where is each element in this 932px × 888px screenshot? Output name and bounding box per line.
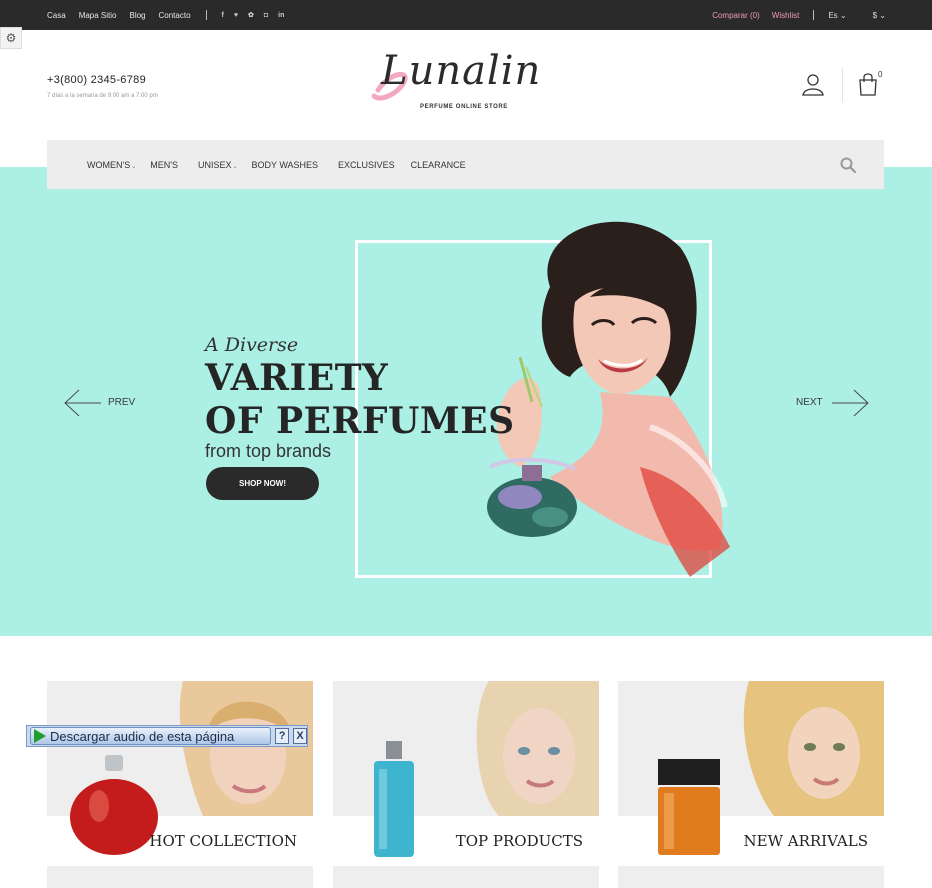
nav-item-body-washes[interactable]: BODY WASHES [252,160,319,170]
download-audio-button[interactable]: Descargar audio de esta página [30,727,272,745]
prev-slide-button[interactable]: PREV [108,397,135,408]
close-button[interactable]: X [293,728,307,744]
hero-tagline: from top brands [205,441,332,461]
nav-items: WOMEN'S⌄ MEN'S UNISEX⌄ BODY WASHES EXCLU… [87,140,466,189]
top-link-home[interactable]: Casa [47,11,66,20]
phone-number: +3(800) 2345-6789 [47,74,146,86]
nav-item-label: UNISEX [197,159,232,170]
instagram-icon[interactable]: ◘ [264,12,268,19]
collection-card-new[interactable]: NEW ARRIVALS [618,681,884,868]
collection-card-top[interactable]: TOP PRODUCTS [333,681,599,868]
collection-label: HOT COLLECTION [149,832,297,850]
shop-now-button[interactable]: SHOP NOW! [206,467,319,500]
next-slide-button[interactable]: NEXT [796,397,823,408]
divider [205,10,207,20]
top-right: Comparar (0) Wishlist Es ⌄ $ ⌄ [712,0,886,30]
logo[interactable]: Lunalin [381,48,541,94]
collection-label: TOP PRODUCTS [455,832,583,850]
perfume-bottle-orange [658,759,720,855]
help-button[interactable]: ? [275,728,290,744]
download-audio-label: Descargar audio de esta página [50,728,235,744]
shopping-bag-icon[interactable] [857,72,879,96]
top-link-sitemap[interactable]: Mapa Sitio [79,11,117,20]
cart-count: 0 [878,70,883,79]
settings-gear-icon[interactable]: ⚙ [0,27,22,49]
collection-card-next-row [47,866,313,888]
currency-value: $ [872,10,878,20]
top-bar: Casa Mapa Sitio Blog Contacto f ♥ ✿ ◘ in… [0,0,932,30]
nav-item-mens[interactable]: MEN'S [150,160,178,170]
perfume-bottle-blue [374,741,414,857]
linkedin-icon[interactable]: in [278,12,284,19]
top-links: Casa Mapa Sitio Blog Contacto f ♥ ✿ ◘ in [47,0,284,30]
chevron-down-icon: ⌄ [839,10,847,20]
collection-card-next-row [618,866,884,888]
collection-label: NEW ARRIVALS [743,832,869,850]
user-account-icon[interactable] [801,72,825,96]
play-icon [34,729,46,743]
perfume-bottle-red [70,755,158,855]
collection-card-next-row [333,866,599,888]
nav-item-exclusives[interactable]: EXCLUSIVES [338,160,395,170]
language-value: Es [828,10,838,20]
facebook-icon[interactable]: f [222,12,224,19]
compare-link[interactable]: Comparar (0) [712,11,760,20]
top-link-blog[interactable]: Blog [129,11,145,20]
nav-item-womens[interactable]: WOMEN'S⌄ [87,160,136,170]
collection-card-hot[interactable]: HOT COLLECTION [47,681,313,868]
divider [813,10,815,20]
hero-woman-illustration [487,221,730,577]
logo-tagline: PERFUME ONLINE STORE [420,104,508,110]
currency-select[interactable]: $ ⌄ [873,11,886,20]
arrow-right-icon[interactable] [830,388,870,418]
wishlist-link[interactable]: Wishlist [772,11,800,20]
hero-title-line1: VARIETY [205,357,389,399]
nav-item-clearance[interactable]: CLEARANCE [411,160,466,170]
social-links: f ♥ ✿ ◘ in [222,11,285,20]
main-nav: WOMEN'S⌄ MEN'S UNISEX⌄ BODY WASHES EXCLU… [47,140,884,189]
chevron-down-icon: ⌄ [879,10,886,20]
chevron-down-icon: ⌄ [131,163,137,170]
hero-title-line2: OF PERFUMES [205,400,515,442]
nav-item-label: WOMEN'S [87,159,131,170]
hero-subtitle: A Diverse [205,334,299,356]
twitter-icon[interactable]: ♥ [234,12,238,19]
chevron-down-icon: ⌄ [232,163,238,170]
search-icon[interactable] [840,157,856,173]
opening-hours: 7 días a la semana de 9:00 am a 7:00 pm [47,93,158,99]
audio-download-widget: Descargar audio de esta página ? X [26,725,308,747]
pinterest-icon[interactable]: ✿ [248,11,254,19]
nav-item-unisex[interactable]: UNISEX⌄ [198,160,238,170]
header-divider [842,68,843,102]
top-link-contact[interactable]: Contacto [159,11,191,20]
language-select[interactable]: Es ⌄ [828,11,846,20]
